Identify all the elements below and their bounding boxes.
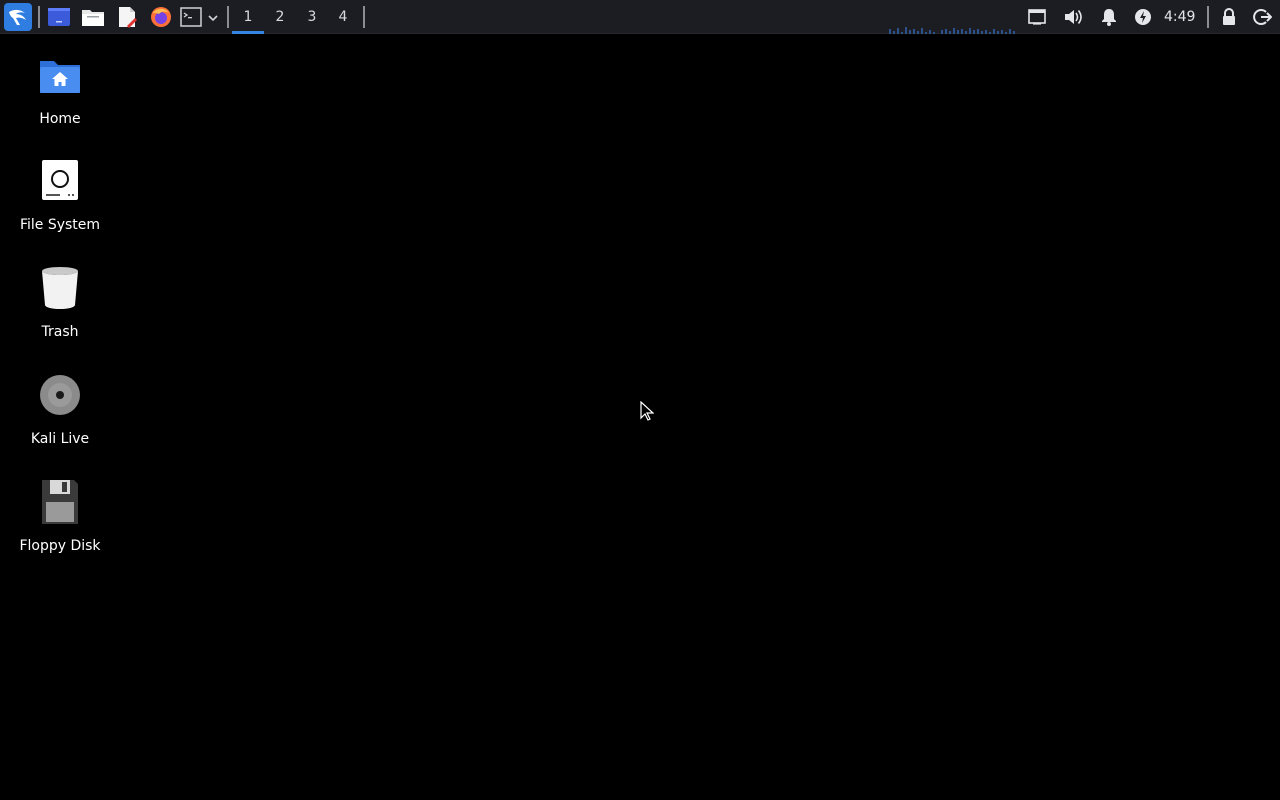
drive-icon — [42, 160, 78, 200]
terminal-dropdown-button[interactable] — [206, 10, 220, 24]
terminal-icon — [180, 7, 202, 27]
desktop-icon-label: File System — [19, 217, 101, 233]
chevron-down-icon — [208, 15, 218, 22]
lock-icon — [1223, 8, 1235, 25]
firefox-icon — [151, 7, 171, 27]
network-monitor-graph[interactable] — [888, 20, 1018, 34]
terminal-launcher[interactable] — [180, 5, 204, 29]
firefox-launcher[interactable] — [149, 5, 173, 29]
terminal-emulator-launcher[interactable] — [47, 5, 71, 29]
panel-separator — [1207, 6, 1209, 28]
home-folder-icon — [40, 61, 80, 93]
display-tray-button[interactable] — [1027, 7, 1047, 27]
workspace-1[interactable]: 1 — [232, 0, 264, 34]
file-manager-icon — [82, 10, 104, 26]
floppy-disk-icon — [42, 480, 78, 524]
panel-separator — [363, 6, 365, 28]
volume-tray-button[interactable] — [1063, 7, 1083, 27]
desktop-icon-kali-live[interactable]: Kali Live — [0, 373, 120, 473]
workspace-4[interactable]: 4 — [327, 0, 359, 34]
logout-icon — [1253, 9, 1273, 25]
power-manager-tray-button[interactable] — [1133, 7, 1153, 27]
file-manager-launcher[interactable] — [81, 5, 105, 29]
text-editor-launcher[interactable] — [115, 5, 139, 29]
text-editor-icon — [119, 7, 137, 28]
workspace-3[interactable]: 3 — [296, 0, 328, 34]
trash-icon — [42, 267, 78, 309]
panel-separator — [38, 6, 40, 28]
desktop-icon-floppy-disk[interactable]: Floppy Disk — [0, 480, 120, 580]
terminal-emulator-icon — [48, 8, 70, 26]
desktop-icon-trash[interactable]: Trash — [0, 266, 120, 366]
desktop-icon-label: Home — [39, 111, 81, 127]
desktop-icon-home[interactable]: Home — [0, 55, 120, 155]
display-icon — [1028, 9, 1046, 25]
workspace-2[interactable]: 2 — [264, 0, 296, 34]
power-manager-icon — [1135, 9, 1151, 25]
mouse-cursor-icon — [640, 401, 654, 421]
top-panel: 1 2 3 4 4:49 — [0, 0, 1280, 34]
notifications-tray-button[interactable] — [1099, 7, 1119, 27]
desktop-icon-label: Trash — [41, 324, 79, 340]
kali-menu-icon — [4, 3, 32, 31]
volume-icon — [1065, 10, 1082, 24]
desktop-icon-label: Floppy Disk — [19, 538, 101, 554]
desktop-icon-file-system[interactable]: File System — [0, 160, 120, 260]
kali-menu-button[interactable] — [4, 3, 32, 31]
lock-screen-button[interactable] — [1219, 7, 1239, 27]
optical-disc-icon — [40, 375, 80, 415]
logout-button[interactable] — [1252, 7, 1273, 27]
clock[interactable]: 4:49 — [1164, 0, 1195, 34]
panel-separator — [227, 6, 229, 28]
bell-icon — [1102, 9, 1116, 26]
desktop-icon-label: Kali Live — [30, 431, 90, 447]
